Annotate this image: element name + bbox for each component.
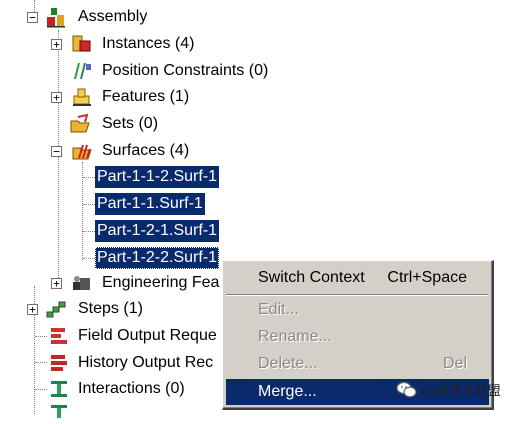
tree-item-history-output[interactable]: History Output Rec <box>78 354 213 372</box>
surfaces-icon <box>72 144 92 160</box>
expand-engineering-features-toggle[interactable]: + <box>51 278 62 289</box>
engineering-features-icon <box>73 276 90 290</box>
surface-item[interactable]: Part-1-2-2.Surf-1 <box>95 247 220 269</box>
tree-item-features[interactable]: Features (1) <box>102 88 189 106</box>
surface-item[interactable]: Part-1-1.Surf-1 <box>95 193 205 215</box>
watermark-text: CAE技术联盟 <box>422 383 501 398</box>
tree-item-position-constraints[interactable]: Position Constraints (0) <box>102 62 268 80</box>
history-output-icon <box>51 355 67 371</box>
edit-label: Edit... <box>258 301 299 318</box>
features-icon <box>73 88 91 106</box>
expand-instances-toggle[interactable]: + <box>51 39 62 50</box>
wechat-icon <box>396 381 417 397</box>
steps-icon <box>46 301 66 318</box>
expand-features-toggle[interactable]: + <box>51 92 62 103</box>
tree-item-field-output[interactable]: Field Output Reque <box>78 327 217 345</box>
delete-label: Delete... <box>258 355 318 372</box>
surface-item[interactable]: Part-1-1-2.Surf-1 <box>95 166 220 188</box>
tree-item-assembly[interactable]: Assembly <box>78 8 147 26</box>
interaction-properties-icon <box>51 405 67 418</box>
surface-item[interactable]: Part-1-2-1.Surf-1 <box>95 220 220 242</box>
tree-item-instances[interactable]: Instances (4) <box>102 35 194 53</box>
menu-separator <box>226 294 488 296</box>
tree-item-sets[interactable]: Sets (0) <box>102 115 158 133</box>
collapse-surfaces-toggle[interactable]: − <box>51 146 62 157</box>
menu-item-edit[interactable]: Edit... <box>226 297 489 323</box>
position-constraints-icon <box>74 63 91 79</box>
tree-item-interactions[interactable]: Interactions (0) <box>78 380 185 398</box>
rename-label: Rename... <box>258 328 332 345</box>
merge-label: Merge... <box>258 383 317 400</box>
instances-icon <box>72 35 91 52</box>
switch-context-label: Switch Context <box>258 269 365 286</box>
switch-context-shortcut: Ctrl+Space <box>387 269 467 286</box>
interactions-icon <box>51 381 67 397</box>
menu-item-switch-context[interactable]: Switch Context Ctrl+Space <box>226 265 489 291</box>
sets-icon <box>70 113 90 133</box>
tree-item-surfaces[interactable]: Surfaces (4) <box>102 142 189 160</box>
tree-item-engineering-features[interactable]: Engineering Fea <box>102 274 219 292</box>
collapse-assembly-toggle[interactable]: − <box>27 12 38 23</box>
expand-steps-toggle[interactable]: + <box>27 304 38 315</box>
delete-shortcut: Del <box>442 355 467 372</box>
watermark: CAE技术联盟 <box>396 380 501 399</box>
menu-item-delete[interactable]: Delete... Del <box>226 351 489 377</box>
assembly-icon <box>47 8 65 28</box>
menu-item-rename[interactable]: Rename... <box>226 324 489 350</box>
tree-item-steps[interactable]: Steps (1) <box>78 300 143 318</box>
field-output-icon <box>51 328 67 344</box>
